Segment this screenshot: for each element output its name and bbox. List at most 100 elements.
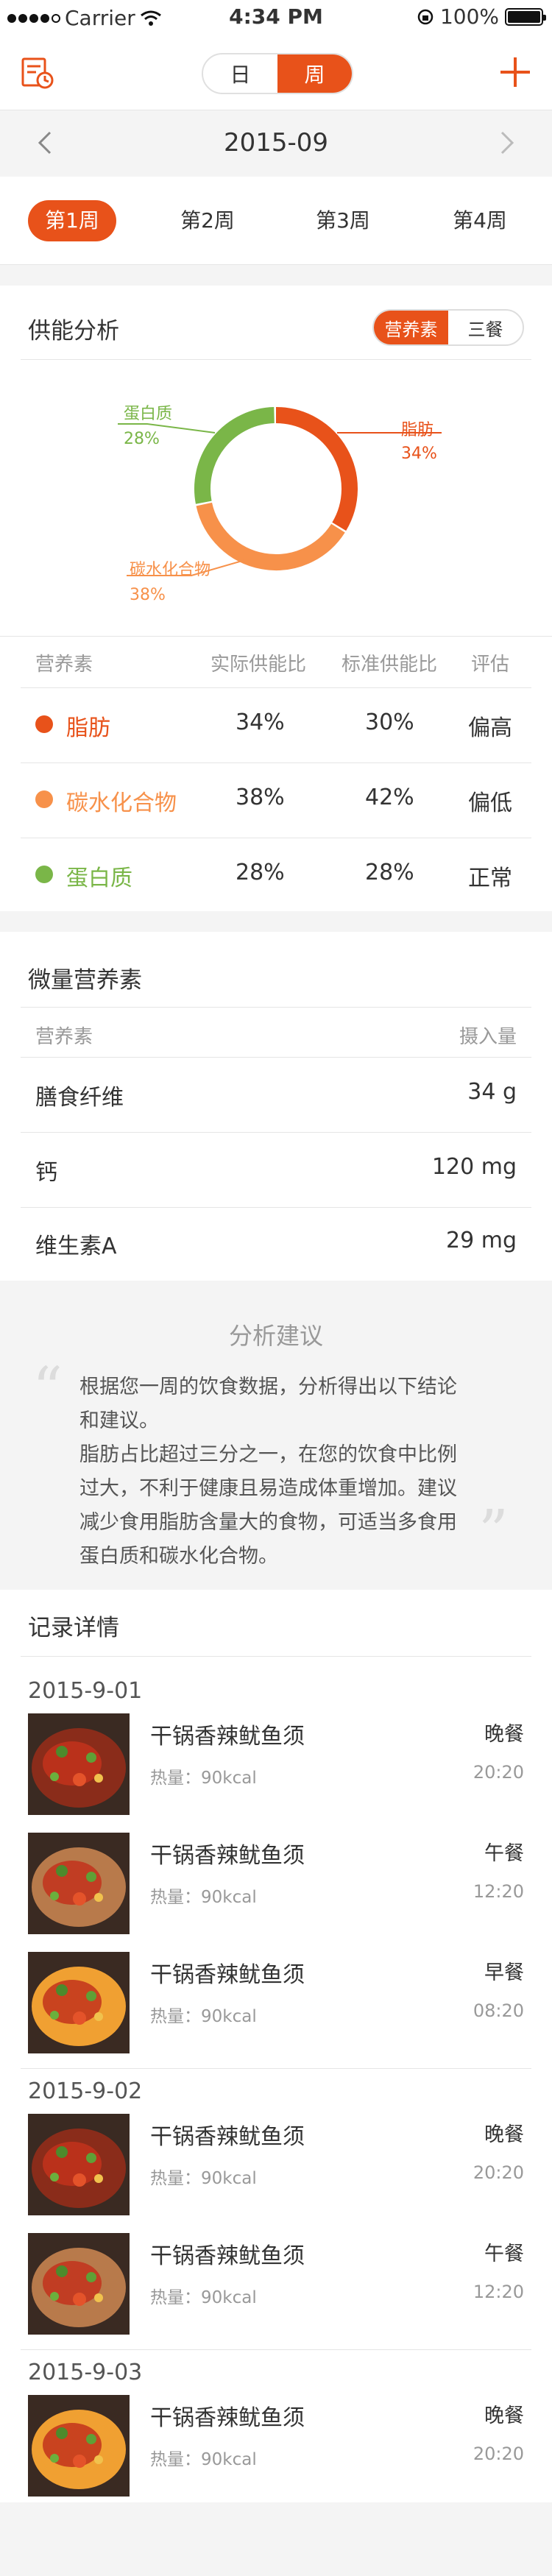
record-calories: 热量：90kcal bbox=[150, 2450, 257, 2469]
advice-line: 过大，不利于健康且易造成体重增加。建议 bbox=[79, 1477, 457, 1500]
row-fat-eval: 偏高 bbox=[468, 715, 512, 741]
food-photo bbox=[28, 2114, 130, 2215]
divider bbox=[21, 762, 531, 763]
row-fat-standard: 30% bbox=[365, 710, 414, 735]
record-item[interactable]: 干锅香辣鱿鱼须 热量：90kcal 早餐 08:20 bbox=[0, 1952, 552, 2070]
energy-mode-toggle: 营养素 三餐 bbox=[372, 309, 524, 346]
tab-week-1[interactable]: 第1周 bbox=[28, 200, 116, 241]
legend-dot-carb bbox=[35, 790, 53, 808]
record-item[interactable]: 干锅香辣鱿鱼须 热量：90kcal 午餐 12:20 bbox=[0, 1833, 552, 1950]
record-date: 2015-9-03 bbox=[28, 2360, 143, 2385]
record-meal: 午餐 bbox=[484, 2243, 524, 2265]
chart-label-carb: 碳水化合物 bbox=[130, 561, 211, 579]
food-photo bbox=[28, 1952, 130, 2053]
record-item[interactable]: 干锅香辣鱿鱼须 热量：90kcal 晚餐 20:20 bbox=[0, 2114, 552, 2232]
record-history-icon[interactable] bbox=[21, 56, 54, 90]
chart-label-protein: 蛋白质 bbox=[124, 405, 173, 423]
row-carb-actual: 38% bbox=[236, 785, 285, 810]
row-carb-name: 碳水化合物 bbox=[66, 790, 177, 816]
legend-dot-protein bbox=[35, 866, 53, 883]
chevron-right-icon[interactable] bbox=[495, 131, 518, 155]
donut-slice-fat bbox=[275, 407, 358, 531]
record-calories: 热量：90kcal bbox=[150, 2007, 257, 2026]
tab-day[interactable]: 日 bbox=[203, 54, 277, 93]
micro-row-amount: 34 g bbox=[467, 1079, 517, 1105]
micro-title: 微量营养素 bbox=[28, 967, 142, 994]
th-micro-nutrient: 营养素 bbox=[35, 1026, 93, 1048]
food-thumbnail bbox=[28, 1713, 130, 1815]
row-protein-name: 蛋白质 bbox=[66, 866, 132, 891]
open-quote-icon: “ bbox=[32, 1354, 63, 1423]
nav-bar: 日 周 bbox=[0, 34, 552, 110]
record-food-name: 干锅香辣鱿鱼须 bbox=[150, 1724, 305, 1749]
legend-dot-fat bbox=[35, 715, 53, 733]
page: Carrier 4:34 PM 100% 日 周 2015-09 第1周 第2周… bbox=[0, 0, 552, 2576]
record-date: 2015-9-02 bbox=[28, 2078, 143, 2104]
record-time: 20:20 bbox=[473, 2444, 524, 2464]
th-actual: 实际供能比 bbox=[210, 654, 307, 676]
divider bbox=[21, 1057, 531, 1058]
food-thumbnail bbox=[28, 2114, 130, 2215]
month-label: 2015-09 bbox=[223, 128, 329, 158]
food-photo bbox=[28, 1833, 130, 1934]
divider bbox=[21, 359, 531, 360]
micro-row-name: 维生素A bbox=[35, 1234, 117, 1259]
record-food-name: 干锅香辣鱿鱼须 bbox=[150, 2124, 305, 2150]
energy-title: 供能分析 bbox=[28, 318, 119, 344]
toggle-meals[interactable]: 三餐 bbox=[448, 311, 523, 344]
divider bbox=[21, 2349, 531, 2350]
record-meal: 晚餐 bbox=[484, 2405, 524, 2427]
record-food-name: 干锅香辣鱿鱼须 bbox=[150, 2405, 305, 2431]
close-quote-icon: ” bbox=[478, 1497, 509, 1565]
record-meal: 晚餐 bbox=[484, 2123, 524, 2146]
status-right: 100% bbox=[417, 4, 546, 29]
record-time: 12:20 bbox=[473, 1881, 524, 1902]
record-meal: 早餐 bbox=[484, 1961, 524, 1984]
chart-pct-carb: 38% bbox=[130, 586, 166, 604]
food-thumbnail bbox=[28, 2395, 130, 2497]
record-meal: 晚餐 bbox=[484, 1723, 524, 1746]
divider bbox=[21, 1132, 531, 1133]
food-thumbnail bbox=[28, 1952, 130, 2053]
divider bbox=[21, 2068, 531, 2069]
energy-donut-chart bbox=[118, 407, 442, 576]
tab-week-3[interactable]: 第3周 bbox=[299, 200, 387, 241]
divider bbox=[21, 1656, 531, 1657]
advice-line: 和建议。 bbox=[79, 1409, 159, 1432]
advice-title: 分析建议 bbox=[228, 1322, 323, 1350]
records-title: 记录详情 bbox=[28, 1615, 119, 1641]
record-food-name: 干锅香辣鱿鱼须 bbox=[150, 1962, 305, 1988]
row-protein-standard: 28% bbox=[365, 860, 414, 885]
tab-week[interactable]: 周 bbox=[277, 54, 352, 93]
tab-week-2[interactable]: 第2周 bbox=[163, 200, 252, 241]
food-photo bbox=[28, 2395, 130, 2497]
th-standard: 标准供能比 bbox=[342, 654, 438, 676]
food-photo bbox=[28, 2233, 130, 2335]
donut-slice-protein bbox=[194, 407, 275, 504]
row-fat-actual: 34% bbox=[236, 710, 285, 735]
battery-icon bbox=[505, 7, 546, 26]
record-food-name: 干锅香辣鱿鱼须 bbox=[150, 1843, 305, 1869]
record-item[interactable]: 干锅香辣鱿鱼须 热量：90kcal 晚餐 20:20 bbox=[0, 1713, 552, 1831]
micro-row-amount: 29 mg bbox=[446, 1228, 517, 1253]
donut-slice-carb bbox=[196, 502, 345, 570]
month-bar: 2015-09 bbox=[0, 110, 552, 177]
micro-row-name: 膳食纤维 bbox=[35, 1085, 124, 1111]
th-nutrient: 营养素 bbox=[35, 654, 93, 676]
advice-line: 减少食用脂肪含量大的食物，可适当多食用 bbox=[79, 1511, 457, 1534]
advice-line: 脂肪占比超过三分之一，在您的饮食中比例 bbox=[79, 1443, 457, 1466]
advice-line: 根据您一周的饮食数据，分析得出以下结论 bbox=[79, 1376, 457, 1398]
add-icon[interactable] bbox=[496, 53, 534, 91]
record-item[interactable]: 干锅香辣鱿鱼须 热量：90kcal 晚餐 20:20 bbox=[0, 2395, 552, 2513]
toggle-nutrients[interactable]: 营养素 bbox=[374, 311, 448, 344]
food-thumbnail bbox=[28, 1833, 130, 1934]
tab-week-4[interactable]: 第4周 bbox=[436, 200, 524, 241]
th-micro-amount: 摄入量 bbox=[459, 1026, 517, 1048]
divider bbox=[21, 1207, 531, 1208]
divider bbox=[21, 1007, 531, 1008]
record-time: 08:20 bbox=[473, 2000, 524, 2021]
th-eval: 评估 bbox=[471, 654, 510, 676]
micro-row-name: 钙 bbox=[35, 1160, 57, 1186]
record-item[interactable]: 干锅香辣鱿鱼须 热量：90kcal 午餐 12:20 bbox=[0, 2233, 552, 2351]
record-date: 2015-9-01 bbox=[28, 1678, 143, 1704]
